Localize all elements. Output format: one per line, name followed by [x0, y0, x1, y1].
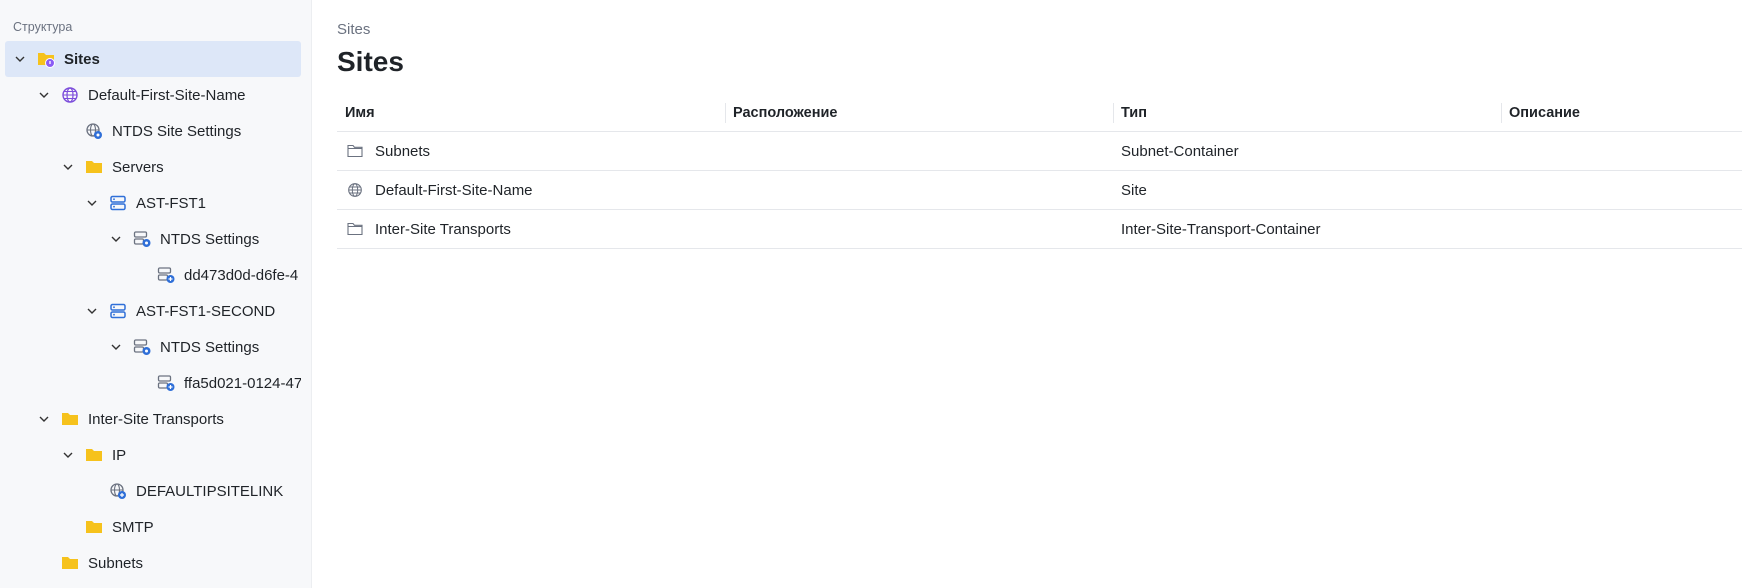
row-name: Inter-Site Transports: [375, 220, 511, 238]
globe-icon: [60, 85, 80, 105]
tree-item-label: DEFAULTIPSITELINK: [136, 482, 284, 500]
column-header-type[interactable]: Тип: [1113, 95, 1501, 131]
tree-item-label: dd473d0d-d6fe-4: [184, 266, 299, 284]
cell-description: [1501, 210, 1742, 248]
tree-item-subnets[interactable]: Subnets: [5, 545, 301, 581]
column-header-label: Имя: [345, 105, 375, 121]
chevron-down-icon[interactable]: [58, 445, 78, 465]
chevron-down-icon[interactable]: [82, 193, 102, 213]
chevron-down-icon[interactable]: [34, 85, 54, 105]
server-settings-icon: [132, 337, 152, 357]
folder-icon: [60, 553, 80, 573]
chevron-down-icon[interactable]: [82, 301, 102, 321]
column-header-label: Описание: [1509, 105, 1580, 121]
tree-item-ntds-site-settings[interactable]: NTDS Site Settings: [5, 113, 301, 149]
tree-item-label: SMTP: [112, 518, 154, 536]
folder-icon: [84, 157, 104, 177]
server-icon: [108, 301, 128, 321]
row-name: Subnets: [375, 142, 431, 160]
folder-outline-icon: [345, 219, 365, 239]
server-icon: [108, 193, 128, 213]
tree-item-label: NTDS Settings: [160, 338, 260, 356]
tree-item-label: Servers: [112, 158, 164, 176]
chevron-down-icon[interactable]: [106, 229, 126, 249]
server-settings-icon: [132, 229, 152, 249]
column-separator[interactable]: [1113, 103, 1114, 123]
tree-item-label: IP: [112, 446, 127, 464]
chevron-down-icon[interactable]: [34, 409, 54, 429]
tree-item-inter-site-transports[interactable]: Inter-Site Transports: [5, 401, 301, 437]
tree-item-ntds-settings[interactable]: NTDS Settings: [5, 329, 301, 365]
cell-name: Subnets: [337, 132, 725, 170]
sidebar-title: Структура: [13, 20, 73, 34]
folder-icon: [60, 409, 80, 429]
table-row[interactable]: Inter-Site Transports Inter-Site-Transpo…: [337, 210, 1742, 249]
globe-link-icon: [108, 481, 128, 501]
cell-location: [725, 171, 1113, 209]
chevron-down-icon[interactable]: [58, 157, 78, 177]
cell-location: [725, 132, 1113, 170]
page-title: Sites: [337, 46, 404, 77]
tree-item-ast-fst1[interactable]: AST-FST1: [5, 185, 301, 221]
tree-item-label: AST-FST1: [136, 194, 207, 212]
column-header-label: Тип: [1121, 105, 1147, 121]
tree-item-ast-fst1-second[interactable]: AST-FST1-SECOND: [5, 293, 301, 329]
tree-item-sites[interactable]: Sites: [5, 41, 301, 77]
server-link-icon: [156, 373, 176, 393]
column-separator[interactable]: [725, 103, 726, 123]
tree-item-label: Default-First-Site-Name: [88, 86, 246, 104]
column-header-label: Расположение: [733, 105, 838, 121]
cell-type: Site: [1121, 181, 1147, 199]
tree-item-ntds-settings[interactable]: NTDS Settings: [5, 221, 301, 257]
tree-item-label: Inter-Site Transports: [88, 410, 224, 428]
tree-item-label: Sites: [64, 50, 100, 68]
tree-item-connection-2[interactable]: ffa5d021-0124-47: [5, 365, 301, 401]
tree-item-label: NTDS Site Settings: [112, 122, 242, 140]
tree-item-label: AST-FST1-SECOND: [136, 302, 276, 320]
tree-item-label: Subnets: [88, 554, 144, 572]
table-row[interactable]: Subnets Subnet-Container: [337, 132, 1742, 171]
cell-name: Inter-Site Transports: [337, 210, 725, 248]
tree-item-label: ffa5d021-0124-47: [184, 374, 301, 392]
globe-settings-icon: [84, 121, 104, 141]
folder-icon: [84, 517, 104, 537]
folder-icon: [84, 445, 104, 465]
row-name: Default-First-Site-Name: [375, 181, 533, 199]
cell-type: Inter-Site-Transport-Container: [1121, 220, 1321, 238]
server-link-icon: [156, 265, 176, 285]
folder-sites-icon: [36, 49, 56, 69]
chevron-down-icon[interactable]: [106, 337, 126, 357]
tree-item-default-first-site-name[interactable]: Default-First-Site-Name: [5, 77, 301, 113]
column-header-description[interactable]: Описание: [1501, 95, 1742, 131]
tree-item-connection-1[interactable]: dd473d0d-d6fe-4: [5, 257, 301, 293]
breadcrumb[interactable]: Sites: [337, 21, 370, 38]
structure-sidebar: Структура Sites Default-First-Site-Name …: [0, 0, 312, 588]
table-header: Имя Расположение Тип Описание: [337, 95, 1742, 132]
chevron-down-icon[interactable]: [10, 49, 30, 69]
cell-description: [1501, 171, 1742, 209]
cell-description: [1501, 132, 1742, 170]
column-separator[interactable]: [1501, 103, 1502, 123]
column-header-location[interactable]: Расположение: [725, 95, 1113, 131]
tree-item-defaultipsitelink[interactable]: DEFAULTIPSITELINK: [5, 473, 301, 509]
cell-type: Subnet-Container: [1121, 142, 1239, 160]
folder-outline-icon: [345, 141, 365, 161]
table-row[interactable]: Default-First-Site-Name Site: [337, 171, 1742, 210]
tree-item-smtp[interactable]: SMTP: [5, 509, 301, 545]
cell-location: [725, 210, 1113, 248]
globe-outline-icon: [345, 180, 365, 200]
main-content: Sites Sites Имя Расположение Тип Описани…: [312, 0, 1742, 588]
tree-item-ip[interactable]: IP: [5, 437, 301, 473]
tree-item-label: NTDS Settings: [160, 230, 260, 248]
column-header-name[interactable]: Имя: [337, 95, 725, 131]
tree-item-servers[interactable]: Servers: [5, 149, 301, 185]
objects-table: Имя Расположение Тип Описание Subnets Su…: [337, 95, 1742, 249]
cell-name: Default-First-Site-Name: [337, 171, 725, 209]
